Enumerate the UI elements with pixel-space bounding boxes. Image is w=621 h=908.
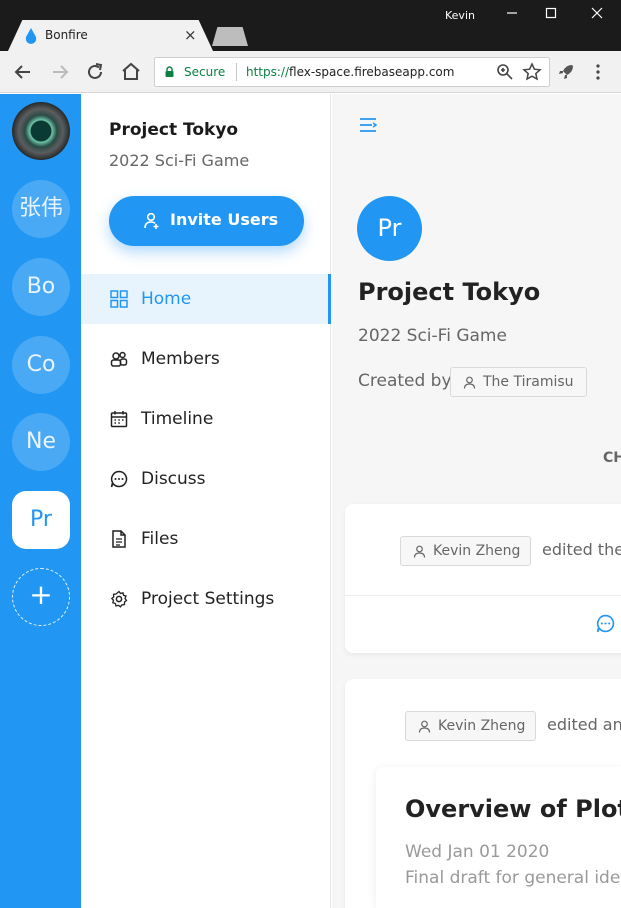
workspace-item[interactable]: Ne bbox=[12, 413, 70, 471]
workspace-item-active[interactable]: Pr bbox=[12, 491, 70, 549]
nav-item-label: Files bbox=[141, 529, 179, 549]
minimize-icon[interactable] bbox=[497, 4, 527, 26]
sidebar-toggle-icon[interactable] bbox=[358, 115, 378, 135]
feed-card bbox=[345, 504, 621, 653]
url-text[interactable]: https://flex-space.firebaseapp.com bbox=[246, 65, 454, 79]
reload-icon[interactable] bbox=[83, 60, 107, 84]
file-icon bbox=[112, 530, 126, 548]
grid-icon bbox=[110, 290, 128, 308]
add-workspace-button[interactable]: + bbox=[12, 568, 70, 626]
lock-icon bbox=[165, 66, 174, 77]
nav-item-members[interactable]: Members bbox=[81, 334, 331, 384]
new-tab-button[interactable] bbox=[212, 27, 248, 46]
page-title: Project Tokyo bbox=[358, 278, 541, 306]
tab-close-icon[interactable]: × bbox=[184, 25, 197, 45]
creator-name: The Tiramisu bbox=[483, 374, 574, 390]
members-icon bbox=[110, 351, 128, 367]
maximize-icon[interactable] bbox=[536, 4, 566, 26]
nav-item-home[interactable]: Home bbox=[81, 274, 331, 324]
workspace-item[interactable]: 张伟 bbox=[12, 180, 70, 238]
document-description: Final draft for general idea bbox=[405, 868, 621, 888]
forward-arrow-icon[interactable] bbox=[48, 60, 72, 84]
browser-tab[interactable] bbox=[8, 20, 213, 51]
workspace-item[interactable]: Bo bbox=[12, 258, 70, 316]
nav-item-timeline[interactable]: Timeline bbox=[81, 394, 331, 444]
extension-rocket-icon[interactable] bbox=[556, 62, 576, 82]
document-date: Wed Jan 01 2020 bbox=[405, 842, 550, 862]
address-separator bbox=[236, 63, 237, 81]
window-user-name: Kevin bbox=[445, 9, 475, 22]
feed-action: edited the bbox=[542, 540, 621, 559]
created-by-label: Created by bbox=[358, 371, 452, 391]
project-subtitle: 2022 Sci-Fi Game bbox=[109, 151, 250, 170]
invite-users-button[interactable]: Invite Users bbox=[109, 196, 304, 246]
bookmark-star-icon[interactable] bbox=[522, 62, 542, 82]
feed-user-chip[interactable]: Kevin Zheng bbox=[405, 711, 536, 741]
url-protocol: https:// bbox=[246, 65, 290, 79]
add-user-icon bbox=[144, 212, 159, 229]
feed-user-name: Kevin Zheng bbox=[438, 718, 526, 734]
secure-label: Secure bbox=[184, 65, 226, 79]
back-arrow-icon[interactable] bbox=[11, 60, 35, 84]
nav-item-project-settings[interactable]: Project Settings bbox=[81, 574, 331, 624]
zoom-icon[interactable] bbox=[495, 62, 515, 82]
creator-chip[interactable]: The Tiramisu bbox=[450, 367, 587, 397]
user-icon bbox=[463, 376, 476, 389]
nav-item-label: Members bbox=[141, 349, 220, 369]
page-subtitle: 2022 Sci-Fi Game bbox=[358, 326, 507, 346]
nav-item-label: Timeline bbox=[141, 409, 214, 429]
clipped-label: CH bbox=[603, 450, 621, 466]
project-title: Project Tokyo bbox=[109, 120, 239, 140]
tab-title: Bonfire bbox=[45, 28, 88, 42]
nav-item-label: Project Settings bbox=[141, 589, 275, 609]
feed-user-name: Kevin Zheng bbox=[433, 543, 521, 559]
nav-item-label: Discuss bbox=[141, 469, 206, 489]
calendar-icon bbox=[110, 411, 128, 428]
invite-users-label: Invite Users bbox=[170, 210, 279, 229]
user-icon bbox=[413, 545, 426, 558]
document-title: Overview of Plot bbox=[405, 795, 621, 823]
nav-item-discuss[interactable]: Discuss bbox=[81, 454, 331, 504]
chat-icon bbox=[110, 470, 128, 488]
workspace-item[interactable]: Co bbox=[12, 336, 70, 394]
nav-item-files[interactable]: Files bbox=[81, 514, 331, 564]
more-menu-icon[interactable] bbox=[588, 62, 608, 82]
feed-action: edited an bbox=[547, 715, 621, 734]
nav-item-label: Home bbox=[141, 289, 192, 309]
comment-icon[interactable] bbox=[596, 614, 615, 633]
close-window-icon[interactable] bbox=[582, 4, 612, 26]
bonfire-logo-icon bbox=[25, 28, 37, 44]
card-divider bbox=[345, 595, 621, 596]
user-icon bbox=[418, 720, 431, 733]
user-avatar[interactable] bbox=[12, 102, 70, 160]
url-host: flex-space.firebaseapp.com bbox=[289, 65, 455, 79]
project-avatar: Pr bbox=[357, 196, 422, 261]
home-icon[interactable] bbox=[119, 60, 143, 84]
feed-user-chip[interactable]: Kevin Zheng bbox=[400, 536, 531, 566]
gear-icon bbox=[110, 590, 128, 608]
